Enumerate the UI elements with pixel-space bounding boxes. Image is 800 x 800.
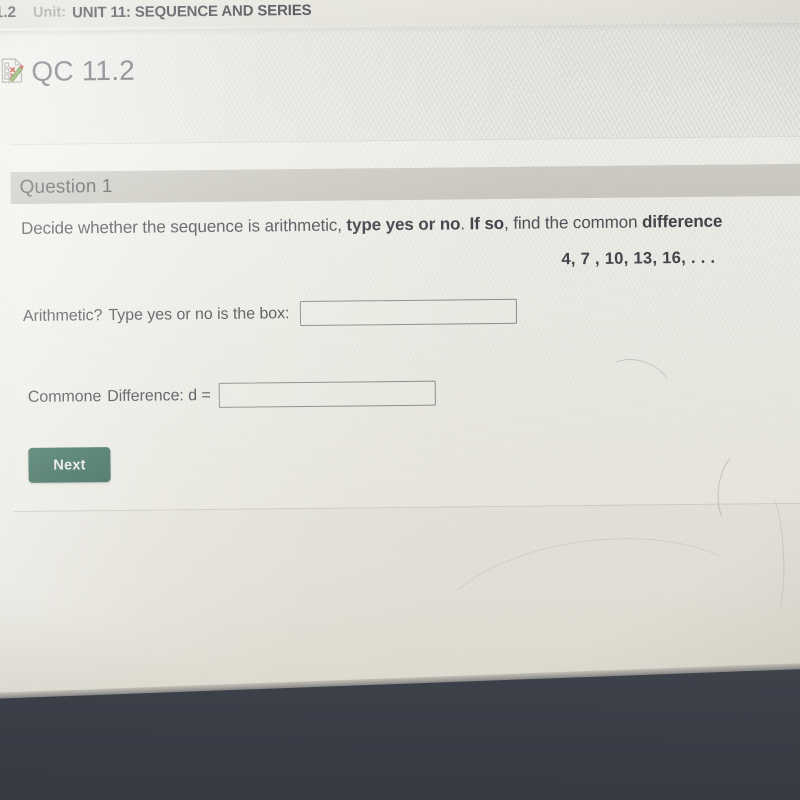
common-difference-label-a: Commone: [27, 387, 102, 406]
question-header-label: Question 1: [19, 176, 113, 198]
quiz-title-row: QC 11.2: [0, 55, 135, 88]
prompt-segment-bold-1: type yes or no: [346, 214, 461, 235]
arithmetic-yes-no-input[interactable]: [299, 298, 517, 327]
next-button[interactable]: Next: [28, 447, 111, 483]
prompt-segment-3: , find the common: [503, 212, 643, 233]
arithmetic-label-a: Arithmetic?: [22, 306, 103, 325]
arithmetic-question-label: Arithmetic? Type yes or no is the box:: [23, 305, 290, 326]
quiz-document-icon: [0, 57, 26, 87]
unit-prefix-label: Unit:: [32, 4, 67, 21]
screenshot-root: 1.2 Unit: UNIT 11: SEQUENCE AND SERIES Q…: [0, 0, 800, 800]
prompt-segment-bold-2: If so: [469, 213, 505, 234]
prompt-segment-2: .: [460, 214, 470, 234]
unit-title: UNIT 11: SEQUENCE AND SERIES: [71, 1, 312, 21]
common-difference-label: Commone Difference: d =: [28, 386, 211, 406]
prompt-segment-bold-3: difference: [641, 211, 723, 232]
arithmetic-label-b: Type yes or no is the box:: [108, 304, 290, 324]
arithmetic-answer-row: Arithmetic? Type yes or no is the box:: [23, 298, 517, 329]
lesson-number: 1.2: [0, 4, 17, 22]
common-difference-label-b: Difference: d =: [107, 386, 211, 405]
common-difference-row: Commone Difference: d =: [28, 380, 436, 410]
quiz-title: QC 11.2: [31, 54, 136, 87]
prompt-segment-1: Decide whether the sequence is arithmeti…: [20, 215, 347, 238]
common-difference-input[interactable]: [218, 380, 436, 408]
